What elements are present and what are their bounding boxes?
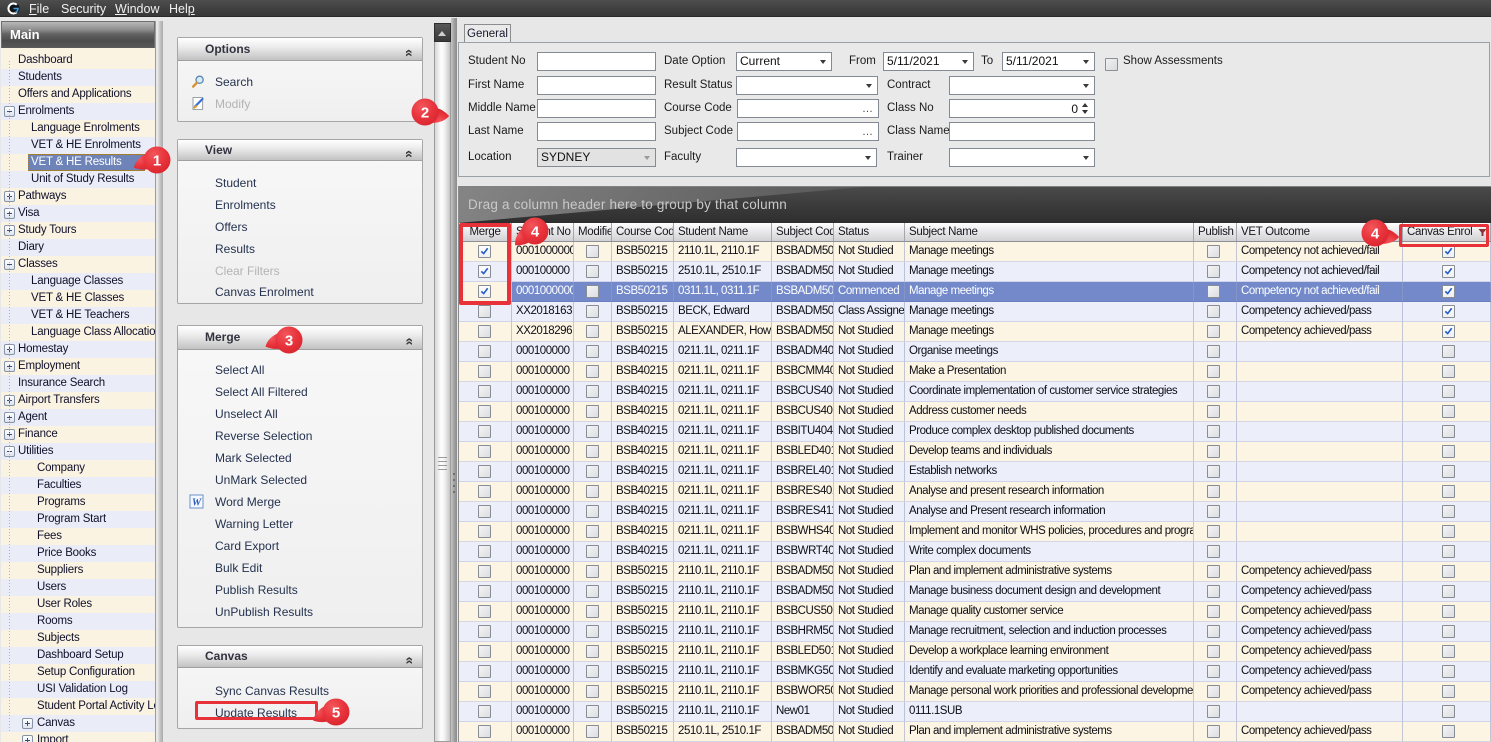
svg-text:W: W: [192, 497, 202, 508]
svg-text:3: 3: [285, 332, 293, 349]
svg-text:2: 2: [421, 104, 429, 121]
svg-text:5: 5: [332, 704, 340, 721]
svg-text:4: 4: [1371, 225, 1380, 242]
svg-text:1: 1: [153, 152, 161, 169]
svg-text:4: 4: [531, 223, 540, 240]
